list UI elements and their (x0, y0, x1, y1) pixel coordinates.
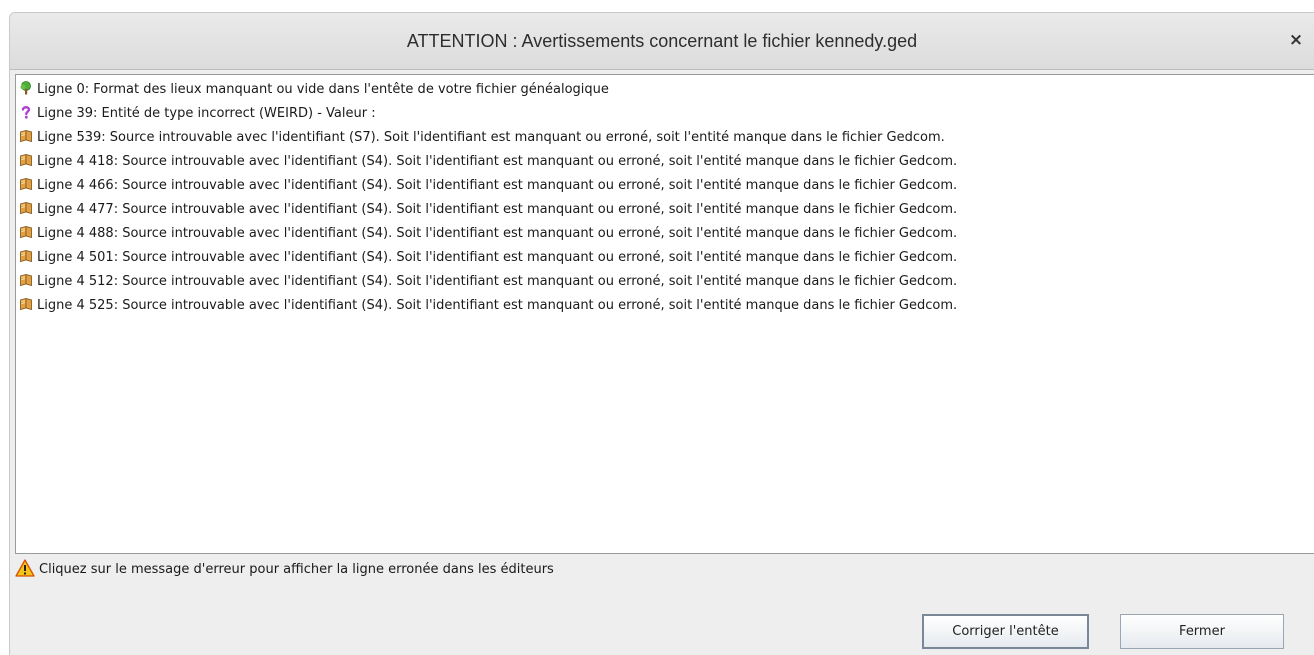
book-icon (19, 200, 33, 215)
book-icon (19, 272, 33, 287)
warnings-dialog: ATTENTION : Avertissements concernant le… (9, 12, 1314, 655)
warning-row[interactable]: Ligne 539: Source introuvable avec l'ide… (16, 126, 1314, 150)
book-icon (19, 248, 33, 263)
warning-row[interactable]: Ligne 4 501: Source introuvable avec l'i… (16, 246, 1314, 270)
question-mark-icon (19, 104, 33, 119)
warning-text: Ligne 0: Format des lieux manquant ou vi… (37, 82, 609, 97)
book-icon (19, 296, 33, 311)
warning-text: Ligne 4 477: Source introuvable avec l'i… (37, 202, 958, 217)
warning-text: Ligne 4 501: Source introuvable avec l'i… (37, 250, 958, 265)
close-button[interactable]: Fermer (1120, 614, 1284, 649)
warning-text: Ligne 539: Source introuvable avec l'ide… (37, 130, 945, 145)
warning-icon (15, 559, 35, 577)
hint-text: Cliquez sur le message d'erreur pour aff… (39, 562, 554, 577)
warning-text: Ligne 4 466: Source introuvable avec l'i… (37, 178, 958, 193)
warning-row[interactable]: Ligne 0: Format des lieux manquant ou vi… (16, 78, 1314, 102)
book-icon (19, 128, 33, 143)
warning-text: Ligne 4 488: Source introuvable avec l'i… (37, 226, 958, 241)
warning-row[interactable]: Ligne 4 525: Source introuvable avec l'i… (16, 294, 1314, 318)
book-icon (19, 176, 33, 191)
warning-row[interactable]: Ligne 4 477: Source introuvable avec l'i… (16, 198, 1314, 222)
book-icon (19, 152, 33, 167)
warning-text: Ligne 4 418: Source introuvable avec l'i… (37, 154, 958, 169)
warning-row[interactable]: Ligne 4 466: Source introuvable avec l'i… (16, 174, 1314, 198)
warning-text: Ligne 4 512: Source introuvable avec l'i… (37, 274, 958, 289)
title-bar[interactable]: ATTENTION : Avertissements concernant le… (10, 13, 1314, 70)
warning-row[interactable]: Ligne 4 418: Source introuvable avec l'i… (16, 150, 1314, 174)
fix-header-button[interactable]: Corriger l'entête (922, 614, 1089, 649)
hint-message: Cliquez sur le message d'erreur pour aff… (15, 559, 554, 581)
dialog-title: ATTENTION : Avertissements concernant le… (406, 31, 918, 51)
close-icon[interactable]: × (1286, 30, 1306, 50)
warning-text: Ligne 4 525: Source introuvable avec l'i… (37, 298, 958, 313)
tree-icon (19, 80, 33, 95)
warnings-list[interactable]: Ligne 0: Format des lieux manquant ou vi… (15, 74, 1314, 554)
warning-row[interactable]: Ligne 4 512: Source introuvable avec l'i… (16, 270, 1314, 294)
warning-row[interactable]: Ligne 4 488: Source introuvable avec l'i… (16, 222, 1314, 246)
warning-row[interactable]: Ligne 39: Entité de type incorrect (WEIR… (16, 102, 1314, 126)
book-icon (19, 224, 33, 239)
warning-text: Ligne 39: Entité de type incorrect (WEIR… (37, 106, 376, 121)
